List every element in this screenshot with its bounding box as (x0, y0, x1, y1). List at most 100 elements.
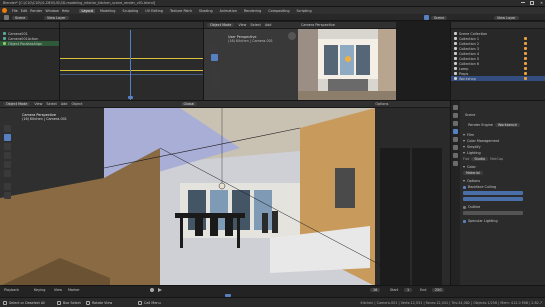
tab-uv-editing[interactable]: UV Editing (143, 9, 165, 13)
visibility-icon[interactable] (524, 52, 527, 55)
navigation-gizmo[interactable] (288, 32, 296, 40)
cursor-tool[interactable] (211, 63, 218, 70)
play-icon[interactable] (158, 288, 162, 292)
material-tab-icon[interactable] (453, 161, 458, 166)
output-tab-icon[interactable] (453, 121, 458, 126)
scene-name-field[interactable]: Scene (431, 15, 448, 20)
end-frame-field[interactable]: 250 (432, 287, 445, 292)
checkbox[interactable] (463, 219, 466, 223)
tab-texture-paint[interactable]: Texture Paint (168, 9, 194, 13)
section-lighting[interactable]: Lighting (467, 151, 481, 155)
select-box-tool[interactable] (211, 54, 218, 61)
menu-help[interactable]: Help (62, 9, 70, 13)
chevron-right-icon[interactable] (463, 146, 465, 148)
visibility-icon[interactable] (524, 77, 527, 80)
menu-edit[interactable]: Edit (21, 9, 28, 13)
top-3d-viewport[interactable]: Object Mode View Select Add User Perspec… (203, 22, 298, 100)
view-layer-selector[interactable]: View Layer (44, 15, 69, 20)
mode-selector[interactable]: Object Mode (3, 102, 31, 106)
visibility-icon[interactable] (524, 47, 527, 50)
color-value[interactable]: Material (463, 171, 483, 175)
rotate-tool[interactable] (211, 81, 218, 88)
tweak-tool[interactable] (4, 125, 11, 132)
tool-tab-icon[interactable] (453, 105, 458, 110)
rotate-tool[interactable] (4, 161, 11, 168)
move-tool[interactable] (211, 72, 218, 79)
visibility-icon[interactable] (524, 37, 527, 40)
visibility-icon[interactable] (524, 42, 527, 45)
scene-selector[interactable]: Scene (12, 15, 29, 20)
view-layer-name-field[interactable]: View Layer (494, 15, 519, 20)
transform-orientation[interactable]: Global (180, 102, 198, 106)
add-menu[interactable]: Add (61, 102, 68, 106)
checkbox[interactable] (463, 205, 466, 209)
list-item[interactable]: Workshop (451, 76, 545, 81)
tab-shading[interactable]: Shading (197, 9, 215, 13)
chevron-right-icon[interactable] (463, 140, 465, 142)
current-frame-field[interactable]: 16 (370, 287, 381, 292)
blender-logo-icon[interactable] (2, 8, 7, 13)
tab-compositing[interactable]: Compositing (266, 9, 291, 13)
lighting-option-flat[interactable]: Flat (463, 157, 469, 161)
checkbox[interactable] (463, 185, 466, 189)
chevron-down-icon[interactable] (463, 152, 465, 154)
section-options[interactable]: Options (467, 179, 480, 183)
chevron-down-icon[interactable] (463, 180, 465, 182)
move-tool[interactable] (4, 152, 11, 159)
tab-scripting[interactable]: Scripting (295, 9, 314, 13)
chevron-right-icon[interactable] (463, 134, 465, 136)
menu-render[interactable]: Render (30, 9, 42, 13)
view-menu[interactable]: View (238, 23, 246, 27)
timeline[interactable]: Playback Keying View Marker 16 Start 1 E… (0, 285, 545, 297)
camera-preview-viewport[interactable]: Camera Perspective (298, 22, 396, 100)
annotate-tool[interactable] (4, 183, 11, 190)
cursor-tool[interactable] (4, 143, 11, 150)
add-menu[interactable]: Add (265, 23, 272, 27)
tab-modeling[interactable]: Modeling (98, 9, 117, 13)
world-tab-icon[interactable] (453, 137, 458, 142)
tab-rendering[interactable]: Rendering (242, 9, 263, 13)
graph-editor[interactable] (60, 22, 203, 100)
color-field[interactable] (463, 211, 523, 215)
scene-tab-icon[interactable] (453, 129, 458, 134)
select-box-tool[interactable] (4, 134, 11, 141)
section-film[interactable]: Film (467, 133, 474, 137)
tab-layout[interactable]: Layout (79, 8, 95, 13)
menu-window[interactable]: Window (45, 9, 58, 13)
editor-type-icon[interactable] (4, 15, 9, 20)
main-3d-viewport[interactable]: Object Mode View Select Add Object Globa… (0, 100, 450, 285)
visibility-icon[interactable] (524, 67, 527, 70)
timeline-view-menu[interactable]: View (54, 288, 62, 292)
measure-tool[interactable] (4, 192, 11, 199)
lighting-value[interactable]: Studio (471, 157, 489, 161)
visibility-icon[interactable] (524, 62, 527, 65)
render-engine-dropdown[interactable]: Workbench (495, 123, 520, 127)
tab-sculpting[interactable]: Sculpting (120, 9, 140, 13)
section-simplify[interactable]: Simplify (467, 145, 481, 149)
select-menu[interactable]: Select (250, 23, 260, 27)
list-item[interactable]: Object ParallaxAlign (0, 41, 59, 46)
tab-animation[interactable]: Animation (218, 9, 239, 13)
slider-field[interactable] (463, 197, 523, 201)
maximize-icon[interactable] (530, 1, 534, 5)
tweak-tool[interactable] (211, 45, 218, 52)
modifier-tab-icon[interactable] (453, 153, 458, 158)
select-menu[interactable]: Select (46, 102, 56, 106)
view-menu[interactable]: View (34, 102, 42, 106)
keying-menu[interactable]: Keying (34, 288, 45, 292)
chevron-down-icon[interactable] (463, 166, 465, 168)
record-icon[interactable] (150, 288, 154, 292)
playhead[interactable] (130, 30, 131, 100)
section-color[interactable]: Color (467, 165, 476, 169)
visibility-icon[interactable] (524, 72, 527, 75)
minimize-icon[interactable] (521, 2, 525, 3)
mode-selector[interactable]: Object Mode (207, 23, 235, 27)
object-tab-icon[interactable] (453, 145, 458, 150)
visibility-icon[interactable] (524, 57, 527, 60)
start-frame-field[interactable]: 1 (404, 287, 413, 292)
lighting-option-matcap[interactable]: MatCap (490, 157, 503, 161)
menu-file[interactable]: File (12, 9, 18, 13)
options-menu[interactable]: Options (375, 102, 388, 106)
render-tab-icon[interactable] (453, 113, 458, 118)
marker-menu[interactable]: Marker (68, 288, 80, 292)
